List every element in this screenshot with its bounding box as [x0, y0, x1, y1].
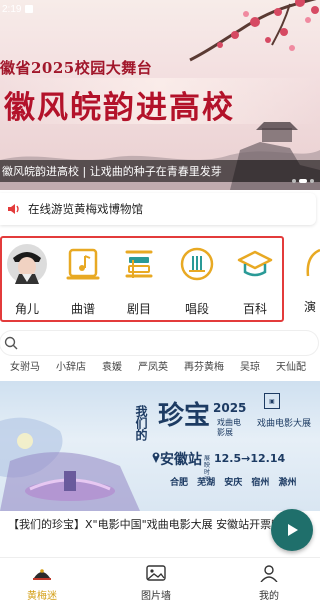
poster-title: 珍宝 [158, 401, 211, 431]
category-label: 曲谱 [70, 302, 95, 316]
nav-item-fans[interactable]: 黄梅迷 [2, 558, 82, 602]
tag[interactable]: 吴琼 [230, 360, 266, 376]
tag[interactable]: 再芬黄梅 [174, 360, 230, 376]
news-poster[interactable]: 我们的 珍宝 2025 戏曲电影展 ▣ 戏曲电影大展 安徽站 展映时间 12.5… [0, 381, 320, 511]
hot-tags: 女驸马 小辞店 袁媛 严凤英 再芬黄梅 吴琼 天仙配 梁 [0, 360, 320, 376]
hero-caption-bar: 徽风皖韵进高校 | 让戏曲的种子在青春里发芽 [0, 160, 320, 182]
notification-icon [25, 5, 34, 13]
location-pin-icon [152, 452, 160, 463]
poster-prefix: 我们的 [134, 405, 148, 441]
museum-notice[interactable]: 在线游览黄梅戏博物馆 [0, 193, 316, 225]
search-bar[interactable] [0, 331, 318, 355]
carousel-indicator [292, 179, 314, 183]
poster-series: 戏曲电影展 [217, 418, 241, 437]
aria-icon [180, 247, 214, 281]
category-grid: 角儿 曲谱 剧目 唱段 百科 [0, 236, 284, 322]
tag[interactable]: 天仙配 [266, 360, 312, 376]
music-score-icon [66, 248, 100, 280]
tag[interactable]: 女驸马 [0, 360, 46, 376]
encyclopedia-icon [237, 250, 273, 277]
repertoire-icon [125, 250, 153, 278]
tag[interactable]: 小辞店 [46, 360, 92, 376]
category-label: 唱段 [184, 302, 209, 316]
notice-text: 在线游览黄梅戏博物馆 [28, 202, 143, 216]
tag[interactable]: 袁媛 [92, 360, 128, 376]
nav-item-gallery[interactable]: 图片墙 [116, 558, 196, 602]
poster-dates: 12.5→12.14 [214, 452, 286, 465]
bottom-navigation: 黄梅迷 图片墙 我的 [0, 557, 320, 602]
search-input[interactable] [24, 336, 308, 350]
category-scores[interactable]: 曲谱 [58, 238, 108, 322]
opera-hat-icon [33, 569, 51, 580]
status-time: 2:19 [2, 3, 22, 15]
category-label: 剧目 [126, 302, 151, 316]
hero-subtitle: 徽省2025校园大舞台 [0, 59, 153, 77]
performance-icon [306, 248, 320, 277]
tag[interactable]: 严凤英 [128, 360, 174, 376]
poster-cities: 合肥 芜湖 安庆 宿州 滁州 [170, 478, 297, 488]
poster-station: 安徽站 [160, 452, 202, 468]
poster-year: 2025 [213, 401, 247, 415]
speaker-icon [8, 204, 19, 214]
film-stage-illustration [0, 417, 140, 511]
category-label: 演 [304, 300, 317, 314]
carousel-dot [310, 179, 314, 183]
image-icon [146, 565, 166, 581]
nav-item-me[interactable]: 我的 [229, 558, 309, 602]
category-encyclopedia[interactable]: 百科 [230, 238, 280, 322]
category-arias[interactable]: 唱段 [172, 238, 222, 322]
poster-event: 戏曲电影大展 [257, 419, 312, 429]
category-label: 百科 [242, 302, 267, 316]
search-icon [4, 336, 18, 350]
user-icon [260, 565, 278, 582]
hero-banner[interactable]: 徽省2025校园大舞台 徽风皖韵进高校 徽风皖韵进高校 | 让戏曲的种子在青春里… [0, 0, 320, 190]
tag[interactable]: 梁 [312, 360, 320, 376]
film-logo-icon: ▣ [264, 393, 280, 409]
category-performance-partial[interactable]: 演 [292, 242, 320, 322]
poster-caption[interactable]: 【我们的珍宝】X"电影中国"戏曲电影大展 安徽站开票啦 [8, 516, 278, 532]
status-bar: 2:19 [0, 0, 320, 18]
carousel-dot-active [299, 179, 307, 183]
category-repertoire[interactable]: 剧目 [114, 238, 164, 322]
carousel-dot [292, 179, 296, 183]
play-icon [288, 524, 298, 536]
category-performers[interactable]: 角儿 [2, 238, 52, 322]
performer-avatar [7, 244, 47, 284]
play-button[interactable] [271, 509, 313, 551]
category-label: 角儿 [14, 302, 39, 316]
hero-caption: 徽风皖韵进高校 | 让戏曲的种子在青春里发芽 [2, 165, 222, 178]
